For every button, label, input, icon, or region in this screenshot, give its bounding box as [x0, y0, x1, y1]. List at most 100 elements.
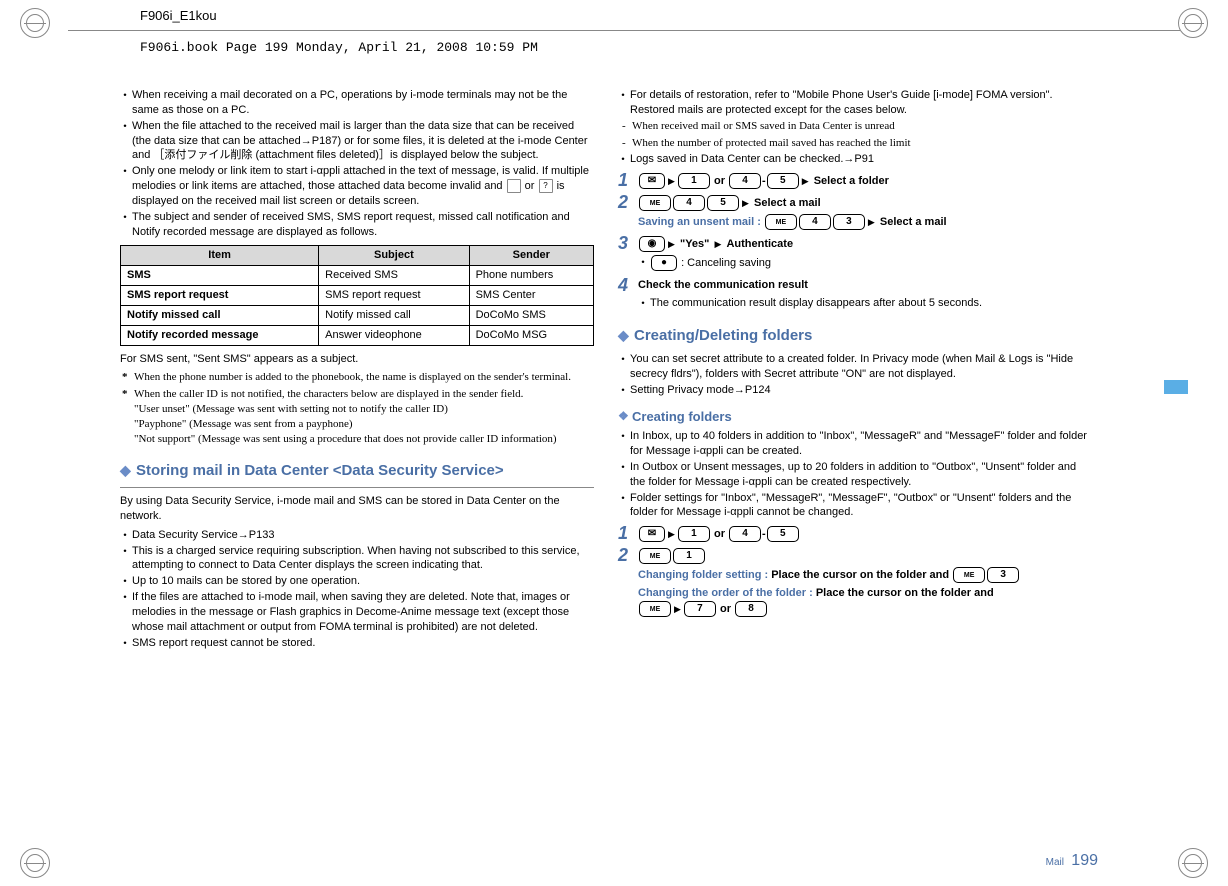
triangle-icon: ▶: [742, 198, 749, 208]
heading-storing-mail: Storing mail in Data Center <Data Securi…: [120, 461, 594, 481]
text: Select a folder: [814, 175, 889, 187]
list-item: You can set secret attribute to a create…: [618, 352, 1092, 382]
step-number: 4: [618, 276, 634, 294]
header-rule: [68, 30, 1180, 31]
step-body: Check the communication result The commu…: [638, 276, 1092, 312]
step-number: 2: [618, 193, 634, 211]
step-2: 2 45▶ Select a mail Saving an unsent mai…: [618, 193, 1092, 230]
step-body: ◉▶ "Yes" ▶ Authenticate ● : Canceling sa…: [638, 234, 1092, 272]
bullet-list: Data Security Service→P133 This is a cha…: [120, 528, 594, 651]
key-4: 4: [729, 526, 761, 542]
text: Select a mail: [754, 197, 821, 209]
heading-creating-folders: Creating folders: [618, 408, 1092, 426]
table-row: Notify recorded messageAnswer videophone…: [121, 325, 594, 345]
list-item: Only one melody or link item to start i-…: [120, 164, 594, 209]
list-item: This is a charged service requiring subs…: [120, 544, 594, 574]
table-row: SMSReceived SMSPhone numbers: [121, 266, 594, 286]
page-number: Mail 199: [1046, 852, 1098, 870]
list-item: SMS report request cannot be stored.: [120, 636, 594, 651]
paragraph: By using Data Security Service, i-mode m…: [120, 494, 594, 524]
key-3: 3: [987, 567, 1019, 583]
key-5: 5: [767, 526, 799, 542]
heading-creating-deleting: Creating/Deleting folders: [618, 326, 1092, 346]
cell: SMS report request: [121, 286, 319, 306]
list-item: If the files are attached to i-mode mail…: [120, 590, 594, 635]
step-body: 45▶ Select a mail Saving an unsent mail …: [638, 193, 1092, 230]
text: Place the cursor on the folder and: [771, 569, 952, 581]
step2-1: 1 ✉▶1 or 4-5: [618, 524, 1092, 542]
bullet-list: Logs saved in Data Center can be checked…: [618, 152, 1092, 167]
step-body: ✉▶1 or 4-5▶ Select a folder: [638, 171, 1092, 189]
page-body: When receiving a mail decorated on a PC,…: [120, 88, 1092, 866]
key-1: 1: [678, 173, 710, 189]
text: -: [762, 528, 766, 540]
divider: [120, 487, 594, 488]
step-1: 1 ✉▶1 or 4-5▶ Select a folder: [618, 171, 1092, 189]
list-item: Setting Privacy mode→P124: [618, 383, 1092, 398]
key-4: 4: [729, 173, 761, 189]
triangle-icon: ▶: [668, 176, 675, 186]
cell: SMS Center: [469, 286, 593, 306]
menu-key-icon: [639, 601, 671, 617]
triangle-icon: ▶: [714, 239, 721, 249]
key-5: 5: [707, 195, 739, 211]
key-3: 3: [833, 214, 865, 230]
list-item: Logs saved in Data Center can be checked…: [618, 152, 1092, 167]
th-sender: Sender: [469, 246, 593, 266]
left-column: When receiving a mail decorated on a PC,…: [120, 88, 594, 866]
list-item: The subject and sender of received SMS, …: [120, 210, 594, 240]
list-item: For details of restoration, refer to "Mo…: [618, 88, 1092, 118]
attachment-icon: [507, 179, 521, 193]
page-label: Mail: [1046, 857, 1064, 868]
th-subject: Subject: [319, 246, 469, 266]
list-item: When received mail or SMS saved in Data …: [618, 119, 1092, 134]
right-column: For details of restoration, refer to "Mo…: [618, 88, 1092, 866]
step-3: 3 ◉▶ "Yes" ▶ Authenticate ● : Canceling …: [618, 234, 1092, 272]
menu-key-icon: [639, 195, 671, 211]
attachment-unknown-icon: ?: [539, 179, 553, 193]
cell: Notify missed call: [121, 305, 319, 325]
cell: SMS: [121, 266, 319, 286]
key-5: 5: [767, 173, 799, 189]
key-4: 4: [673, 195, 705, 211]
step-4: 4 Check the communication result The com…: [618, 276, 1092, 312]
cell: DoCoMo SMS: [469, 305, 593, 325]
hint-label: Saving an unsent mail :: [638, 216, 764, 228]
table-row: Notify missed callNotify missed callDoCo…: [121, 305, 594, 325]
cell: Received SMS: [319, 266, 469, 286]
step-number: 1: [618, 524, 634, 542]
key-8: 8: [735, 601, 767, 617]
text: -: [762, 175, 766, 187]
cell: Notify recorded message: [121, 325, 319, 345]
text: When receiving a mail decorated on a PC,…: [132, 89, 567, 116]
sub-bullet-list: When received mail or SMS saved in Data …: [618, 119, 1092, 151]
after-table-text: For SMS sent, "Sent SMS" appears as a su…: [120, 352, 594, 367]
menu-key-icon: [953, 567, 985, 583]
camera-key-icon: ◉: [639, 236, 665, 252]
cell: Notify missed call: [319, 305, 469, 325]
list-item: Folder settings for "Inbox", "MessageR",…: [618, 491, 1092, 521]
triangle-icon: ▶: [802, 176, 809, 186]
list-item: When the file attached to the received m…: [120, 119, 594, 164]
cell: DoCoMo MSG: [469, 325, 593, 345]
triangle-icon: ▶: [868, 217, 875, 227]
section-tab: [1164, 380, 1188, 394]
bullet-list: You can set secret attribute to a create…: [618, 352, 1092, 398]
page-num-value: 199: [1071, 852, 1098, 869]
note: When the caller ID is not notified, the …: [120, 387, 594, 446]
print-register-mark: [20, 848, 50, 878]
step2-2: 2 1 Changing folder setting : Place the …: [618, 546, 1092, 617]
text: The subject and sender of received SMS, …: [132, 211, 570, 238]
text: Select a mail: [880, 216, 947, 228]
step-number: 2: [618, 546, 634, 564]
book-header: F906i.book Page 199 Monday, April 21, 20…: [140, 40, 538, 55]
print-register-mark: [20, 8, 50, 38]
print-register-mark: [1178, 8, 1208, 38]
text: or: [720, 603, 734, 615]
list-item: The communication result display disappe…: [638, 296, 1092, 311]
list-item: In Outbox or Unsent messages, up to 20 f…: [618, 460, 1092, 490]
key-1: 1: [678, 526, 710, 542]
triangle-icon: ▶: [668, 239, 675, 249]
cell: Phone numbers: [469, 266, 593, 286]
table-row: SMS report requestSMS report requestSMS …: [121, 286, 594, 306]
